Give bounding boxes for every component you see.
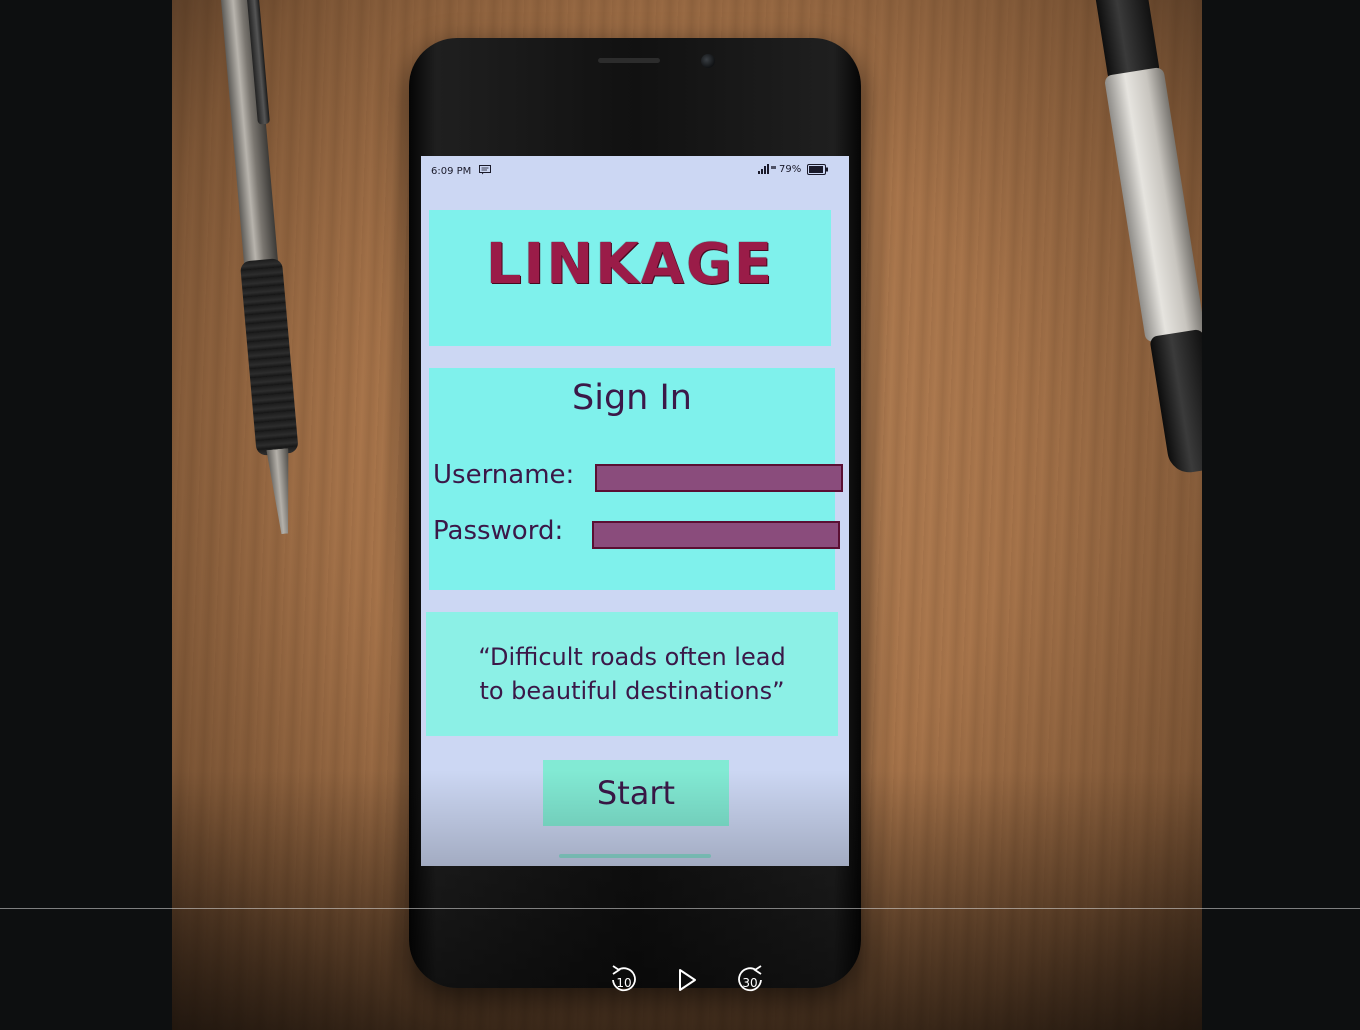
status-time: 6:09 PM <box>431 166 472 177</box>
forward-seconds-label: 30 <box>742 976 758 990</box>
video-frame[interactable]: 6:09 PM 79% LINKAGE Sign In Username: Pa… <box>172 0 1202 1030</box>
pen-image <box>190 0 350 568</box>
video-progress-bar[interactable] <box>0 908 1360 909</box>
forward-30-button[interactable]: 30 <box>730 960 770 1000</box>
pen-grip <box>239 258 299 456</box>
quote-line-1: “Difficult roads often lead <box>478 643 786 671</box>
phone-device: 6:09 PM 79% LINKAGE Sign In Username: Pa… <box>409 38 861 988</box>
home-indicator <box>559 854 711 858</box>
signal-lte-icon <box>758 164 776 174</box>
marker-cap <box>1149 328 1202 476</box>
username-field[interactable] <box>595 464 843 492</box>
app-title: LINKAGE <box>485 232 775 297</box>
rewind-10-button[interactable]: 10 <box>604 960 644 1000</box>
username-label: Username: <box>433 460 575 490</box>
password-field[interactable] <box>592 521 840 549</box>
message-notification-icon <box>479 165 491 175</box>
marker-body <box>1103 66 1202 343</box>
marker-image <box>1072 0 1202 513</box>
password-label: Password: <box>433 516 564 546</box>
pen-tip <box>266 448 295 535</box>
rewind-seconds-label: 10 <box>616 976 632 990</box>
signin-heading: Sign In <box>572 378 692 418</box>
front-camera-icon <box>701 54 715 68</box>
play-icon <box>679 969 696 991</box>
play-button[interactable] <box>666 960 706 1000</box>
quote-panel: “Difficult roads often lead to beautiful… <box>426 612 838 736</box>
battery-icon <box>807 164 828 175</box>
quote-line-2: to beautiful destinations” <box>479 677 785 705</box>
earpiece-speaker <box>598 58 660 63</box>
signin-panel: Sign In Username: Password: <box>429 368 843 590</box>
title-panel: LINKAGE <box>429 210 831 346</box>
start-button[interactable]: Start <box>543 760 729 826</box>
phone-screen: 6:09 PM 79% LINKAGE Sign In Username: Pa… <box>421 156 849 866</box>
battery-percent: 79% <box>779 164 802 175</box>
status-bar: 6:09 PM 79% <box>421 156 849 184</box>
quote-text: “Difficult roads often lead to beautiful… <box>426 640 838 708</box>
video-player: 6:09 PM 79% LINKAGE Sign In Username: Pa… <box>0 0 1360 1030</box>
pen-barrel <box>219 0 280 277</box>
